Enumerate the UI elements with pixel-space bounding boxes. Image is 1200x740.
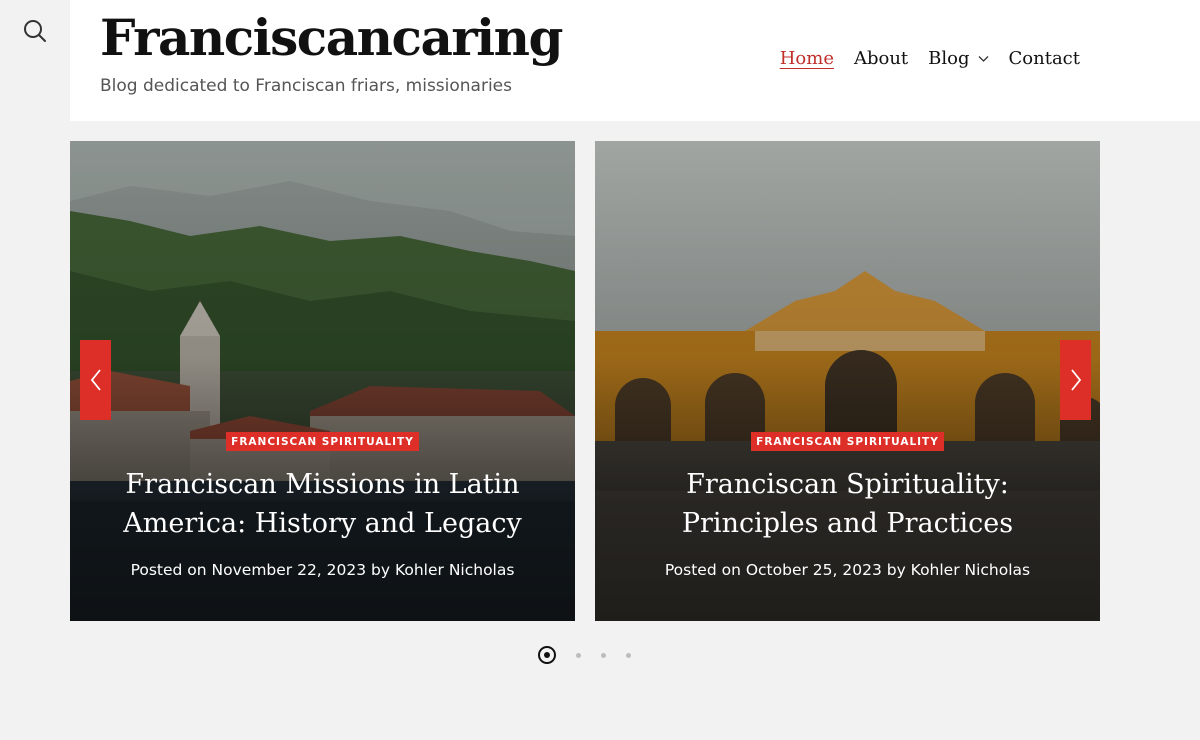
nav-item-label: About <box>853 48 909 69</box>
pagination-dot-4[interactable] <box>626 652 631 658</box>
main-nav: Home About Blog Contact <box>780 48 1080 69</box>
slider-prev-button[interactable] <box>80 340 111 420</box>
search-icon <box>24 20 46 42</box>
pagination-dot-3[interactable] <box>601 652 606 658</box>
slide-title[interactable]: Franciscan Missions in Latin America: Hi… <box>90 465 555 543</box>
nav-item-blog[interactable]: Blog <box>928 48 988 69</box>
search-button[interactable] <box>22 18 48 44</box>
site-tagline: Blog dedicated to Franciscan friars, mis… <box>100 76 513 96</box>
slide-meta: Posted on November 22, 2023 by Kohler Ni… <box>130 561 515 579</box>
site-header: Franciscancaring Blog dedicated to Franc… <box>70 0 1200 121</box>
slider-next-button[interactable] <box>1060 340 1091 420</box>
nav-item-about[interactable]: About <box>854 48 908 69</box>
slide[interactable]: FRANCISCAN SPIRITUALITY Franciscan Missi… <box>70 141 575 621</box>
nav-item-label: Home <box>779 48 834 69</box>
category-badge[interactable]: FRANCISCAN SPIRITUALITY <box>226 432 419 451</box>
chevron-right-icon <box>1070 369 1081 391</box>
nav-item-label: Contact <box>1008 48 1080 69</box>
slide-content: FRANCISCAN SPIRITUALITY Franciscan Spiri… <box>595 432 1100 579</box>
nav-item-home[interactable]: Home <box>780 48 834 69</box>
chevron-down-icon <box>978 53 989 64</box>
slide-title[interactable]: Franciscan Spirituality: Principles and … <box>615 465 1080 543</box>
site-title[interactable]: Franciscancaring <box>100 8 564 67</box>
pagination-dot-2[interactable] <box>576 652 581 658</box>
chevron-left-icon <box>90 369 101 391</box>
category-badge[interactable]: FRANCISCAN SPIRITUALITY <box>751 432 944 451</box>
slide-meta: Posted on October 25, 2023 by Kohler Nic… <box>664 561 1031 579</box>
nav-item-contact[interactable]: Contact <box>1009 48 1080 69</box>
nav-item-label: Blog <box>928 48 970 69</box>
slide[interactable]: FRANCISCAN SPIRITUALITY Franciscan Spiri… <box>595 141 1100 621</box>
pagination-dot-1[interactable] <box>538 646 556 664</box>
featured-slider: FRANCISCAN SPIRITUALITY Franciscan Missi… <box>70 141 1100 621</box>
slider-pagination <box>538 646 631 664</box>
slide-content: FRANCISCAN SPIRITUALITY Franciscan Missi… <box>70 432 575 579</box>
